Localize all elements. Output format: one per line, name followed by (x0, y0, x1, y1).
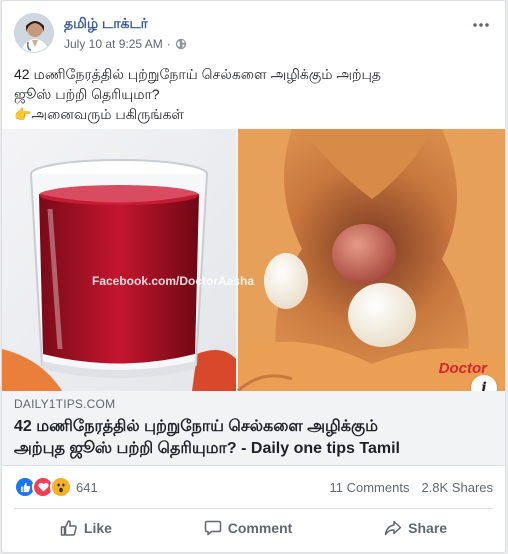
comment-label: Comment (227, 520, 293, 536)
post-text-line: ஜூஸ் பற்றி தெரியுமா? (14, 86, 160, 102)
thumbs-up-icon (60, 520, 77, 536)
post-actions: Like Comment Share (14, 511, 493, 545)
link-image[interactable]: Facebook.com/DoctorAasha Doctor i (2, 129, 505, 401)
reactions-summary[interactable]: 641 (14, 476, 98, 498)
page-name-link[interactable]: தமிழ் டாக்டர் (64, 15, 148, 34)
link-preview[interactable]: DAILY1TIPS.COM 42 மணிநேரத்தில் புற்றுநோய… (2, 391, 505, 466)
share-label: Share (408, 520, 448, 536)
post-text-line: 42 மணிநேரத்தில் புற்றுநோய் செல்களை அழிக்… (14, 66, 382, 82)
like-label: Like (83, 520, 112, 536)
comments-count-link[interactable]: 11 Comments (329, 480, 409, 495)
link-title: 42 மணிநேரத்தில் புற்றுநோய் செல்களை அழிக்… (14, 416, 493, 460)
share-arrow-icon (384, 520, 402, 536)
link-domain: DAILY1TIPS.COM (14, 397, 116, 411)
globe-icon[interactable] (175, 38, 187, 50)
post-meta: July 10 at 9:25 AM · (64, 37, 187, 51)
post-text: 42 மணிநேரத்தில் புற்றுநோய் செல்களை அழிக்… (14, 64, 493, 124)
shares-count-link[interactable]: 2.8K Shares (421, 480, 493, 495)
comment-button[interactable]: Comment (180, 513, 317, 543)
reaction-count: 641 (76, 479, 98, 495)
wow-reaction-icon (50, 476, 72, 498)
post-timestamp[interactable]: July 10 at 9:25 AM (64, 37, 163, 51)
page-avatar[interactable] (14, 13, 54, 53)
post-text-line: 👉அனைவரும் பகிருங்கள் (14, 106, 185, 122)
meta-separator: · (166, 37, 171, 51)
comment-bubble-icon (204, 520, 221, 536)
share-button[interactable]: Share (360, 513, 471, 543)
engagement-stats: 641 11 Comments 2.8K Shares (14, 475, 493, 499)
post-card: தமிழ் டாக்டர் July 10 at 9:25 AM · 42 மண… (1, 0, 506, 553)
link-title-line: அற்புத ஜூஸ் பற்றி தெரியுமா? - Daily one … (14, 440, 400, 457)
link-title-line: 42 மணிநேரத்தில் புற்றுநோய் செல்களை அழிக்… (14, 418, 378, 435)
like-button[interactable]: Like (36, 513, 136, 543)
stats-right: 11 Comments 2.8K Shares (329, 480, 493, 495)
image-watermark: Facebook.com/DoctorAasha (92, 274, 255, 288)
more-options-icon[interactable] (469, 15, 493, 35)
post-header: தமிழ் டாக்டர் July 10 at 9:25 AM · (14, 11, 493, 55)
actions-divider (14, 508, 493, 509)
